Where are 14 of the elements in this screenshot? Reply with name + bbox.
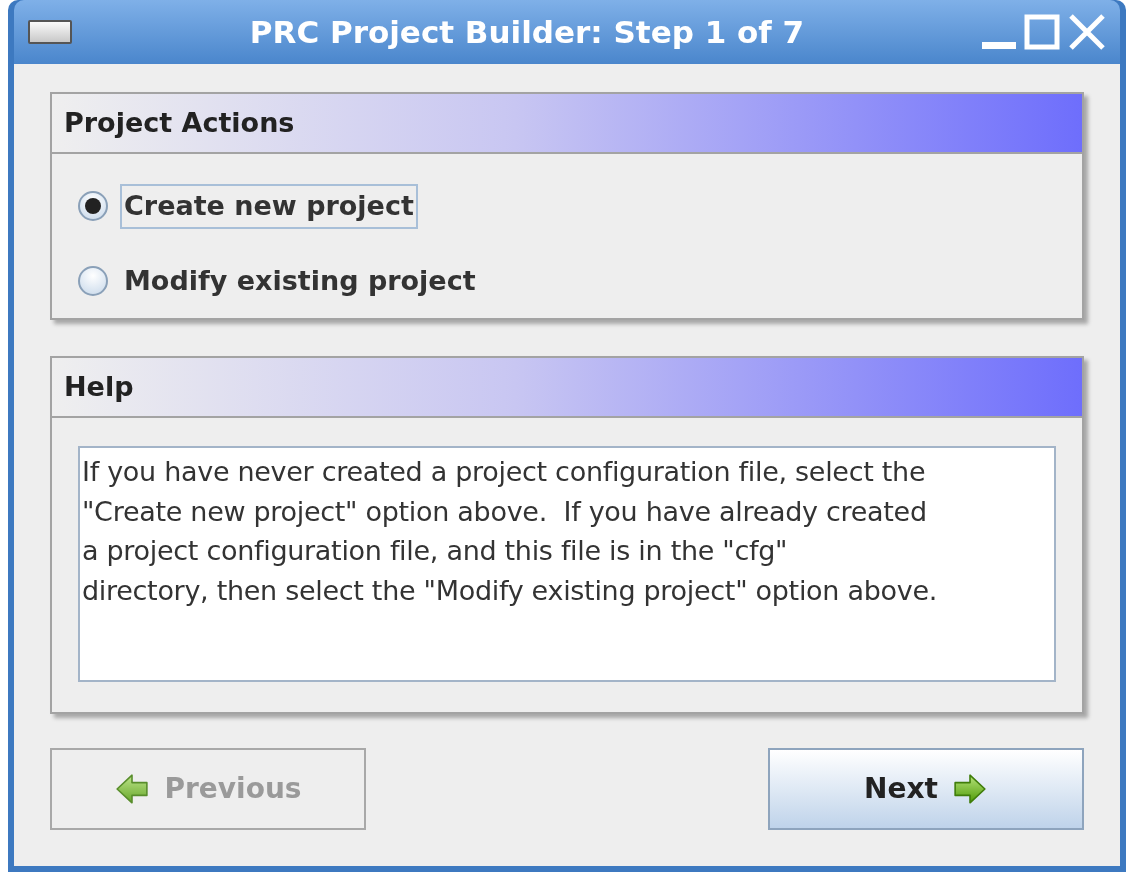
panel-title: Help bbox=[64, 369, 134, 404]
window-menu-icon[interactable] bbox=[28, 20, 72, 44]
radio-button[interactable] bbox=[78, 191, 108, 222]
window-title: PRC Project Builder: Step 1 of 7 bbox=[248, 12, 806, 52]
left-arrow-icon bbox=[114, 772, 151, 806]
maximize-icon[interactable] bbox=[1024, 14, 1060, 50]
close-icon[interactable] bbox=[1068, 13, 1106, 51]
next-button[interactable]: Next bbox=[768, 748, 1084, 830]
radio-button[interactable] bbox=[78, 265, 108, 296]
radio-label[interactable]: Modify existing project bbox=[120, 258, 480, 303]
help-text-area[interactable]: If you have never created a project configuration file, select the "Create new project" option above. If you have already created a project configuration file, and this file is in the "cfg" directory, then select the "Modify existing project" option above. bbox=[78, 446, 1056, 682]
right-arrow-icon bbox=[951, 772, 988, 806]
radio-label[interactable]: Create new project bbox=[120, 184, 418, 229]
panel-title: Project Actions bbox=[64, 105, 295, 140]
